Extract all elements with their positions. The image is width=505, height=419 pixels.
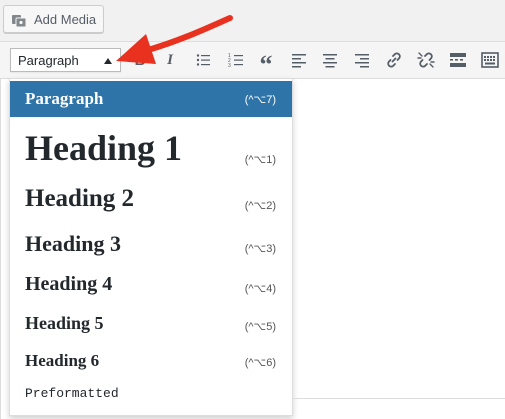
editor-screenshot: Add Media Paragraph B I 1 2 3 “ Paragrap… [0, 0, 505, 419]
editor-divider [293, 398, 505, 399]
read-more-icon [450, 53, 466, 67]
menu-item-shortcut: (^⌥4) [244, 283, 276, 295]
remove-link-icon [417, 52, 435, 68]
menu-item-label: Heading 3 [25, 231, 121, 256]
blockquote-button[interactable]: “ [256, 50, 276, 78]
align-left-icon [292, 54, 306, 68]
menu-item-label: Heading 5 [25, 313, 104, 333]
svg-text:3: 3 [228, 63, 231, 68]
blockquote-icon: “ [259, 50, 273, 79]
remove-link-button[interactable] [416, 50, 436, 70]
align-right-icon [355, 54, 369, 68]
media-icon [12, 15, 27, 28]
menu-item-label: Paragraph [25, 89, 104, 108]
format-dropdown-menu: Paragraph (^⌥7) Heading 1 (^⌥1) Heading … [9, 78, 293, 416]
menu-item-shortcut: (^⌥6) [244, 357, 276, 369]
bold-button[interactable]: B [130, 50, 150, 70]
read-more-button[interactable] [448, 50, 468, 70]
align-left-button[interactable] [289, 50, 309, 70]
align-center-button[interactable] [320, 50, 340, 70]
format-select[interactable]: Paragraph [10, 48, 121, 72]
menu-item-heading-2[interactable]: Heading 2 (^⌥2) [10, 179, 292, 223]
menu-item-heading-1[interactable]: Heading 1 (^⌥1) [10, 117, 292, 179]
add-media-button[interactable]: Add Media [3, 5, 104, 33]
menu-item-label: Heading 6 [25, 351, 100, 370]
align-center-icon [323, 54, 337, 68]
caret-up-icon [104, 58, 112, 64]
add-media-label: Add Media [34, 12, 97, 27]
menu-item-shortcut: (^⌥3) [244, 243, 276, 255]
menu-item-preformatted[interactable]: Preformatted [10, 379, 292, 413]
align-right-button[interactable] [352, 50, 372, 70]
insert-link-icon [387, 52, 401, 68]
italic-icon: I [167, 51, 173, 68]
menu-item-heading-5[interactable]: Heading 5 (^⌥5) [10, 305, 292, 343]
numbered-list-button[interactable]: 1 2 3 [226, 50, 246, 70]
menu-item-heading-3[interactable]: Heading 3 (^⌥3) [10, 223, 292, 265]
toolbar-toggle-button[interactable] [480, 50, 500, 70]
menu-item-label: Heading 2 [25, 185, 135, 212]
menu-item-label: Heading 4 [25, 273, 113, 295]
menu-item-shortcut: (^⌥7) [244, 94, 276, 106]
menu-item-label: Preformatted [25, 386, 119, 401]
bulleted-list-icon [196, 54, 210, 66]
menu-item-shortcut: (^⌥2) [244, 200, 276, 212]
italic-button[interactable]: I [160, 50, 180, 70]
menu-item-label: Heading 1 [25, 128, 183, 168]
menu-item-heading-6[interactable]: Heading 6 (^⌥6) [10, 343, 292, 379]
toolbar-toggle-icon [481, 52, 499, 68]
bold-icon: B [134, 51, 146, 69]
menu-item-shortcut: (^⌥5) [244, 321, 276, 333]
menu-item-heading-4[interactable]: Heading 4 (^⌥4) [10, 265, 292, 305]
insert-link-button[interactable] [384, 50, 404, 70]
format-select-value: Paragraph [18, 53, 79, 68]
numbered-list-icon: 1 2 3 [228, 53, 243, 68]
bulleted-list-button[interactable] [193, 50, 213, 70]
menu-item-paragraph[interactable]: Paragraph (^⌥7) [10, 81, 292, 117]
menu-item-shortcut: (^⌥1) [244, 154, 276, 166]
